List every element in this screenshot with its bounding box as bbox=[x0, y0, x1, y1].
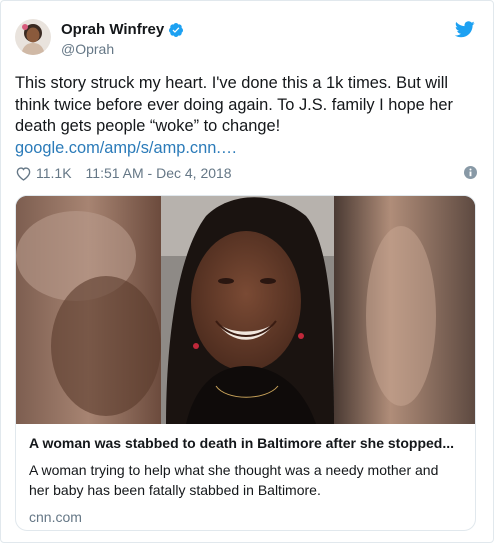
handle[interactable]: @Oprah bbox=[61, 40, 184, 58]
tweet-text: This story struck my heart. I've done th… bbox=[15, 74, 453, 135]
author-names: Oprah Winfrey @Oprah bbox=[61, 21, 184, 58]
link-card[interactable]: A woman was stabbed to death in Baltimor… bbox=[15, 195, 476, 531]
tweet-link[interactable]: google.com/amp/s/amp.cnn.… bbox=[15, 138, 477, 160]
timestamp[interactable]: 11:51 AM - Dec 4, 2018 bbox=[86, 165, 232, 181]
verified-badge-icon bbox=[168, 22, 184, 38]
display-name[interactable]: Oprah Winfrey bbox=[61, 21, 164, 39]
avatar[interactable] bbox=[15, 19, 51, 55]
card-description: A woman trying to help what she thought … bbox=[29, 462, 439, 498]
card-photo bbox=[16, 196, 475, 424]
heart-icon[interactable] bbox=[15, 166, 36, 181]
like-count[interactable]: 11.1K bbox=[36, 165, 72, 181]
tweet-text-block: This story struck my heart. I've done th… bbox=[15, 73, 477, 159]
tweet-header: Oprah Winfrey @Oprah bbox=[15, 15, 479, 61]
info-icon[interactable] bbox=[464, 166, 477, 179]
avatar-image bbox=[15, 19, 51, 55]
tweet-meta: 11.1K 11:51 AM - Dec 4, 2018 bbox=[15, 163, 479, 183]
tweet-embed: Oprah Winfrey @Oprah This story struck m… bbox=[0, 0, 494, 543]
card-body: A woman was stabbed to death in Baltimor… bbox=[29, 434, 462, 526]
card-title[interactable]: A woman was stabbed to death in Baltimor… bbox=[29, 434, 462, 452]
card-domain: cnn.com bbox=[29, 509, 82, 525]
twitter-bird-icon[interactable] bbox=[454, 21, 475, 38]
card-image[interactable] bbox=[16, 196, 475, 424]
